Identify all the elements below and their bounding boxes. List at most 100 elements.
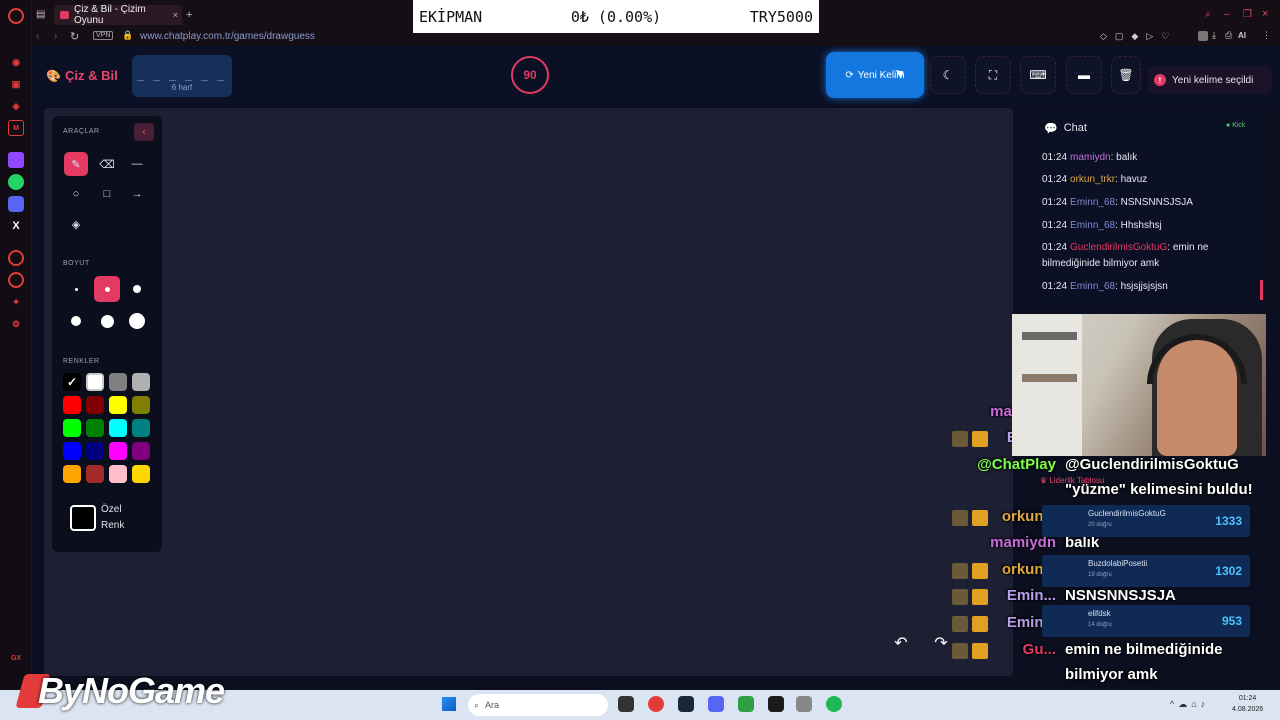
chevron-left-icon: ‹ [142,126,146,138]
color-swatch[interactable] [132,373,150,391]
tab-manager-icon[interactable]: ▤ [36,9,45,20]
leaderboard-player: GuclendirilmisGoktuG [1088,509,1166,518]
gx-messenger-icon[interactable]: M [8,120,24,136]
taskbar-search[interactable]: ⌕ Ara [468,694,608,716]
chat-username[interactable]: mamiydn [1070,152,1111,163]
spotify-taskbar-icon[interactable] [826,696,842,712]
color-swatch[interactable] [63,465,81,483]
chat-username[interactable]: Eminn_68 [1070,220,1115,231]
task-view-icon[interactable] [618,696,634,712]
rectangle-tool[interactable]: □ [95,182,119,206]
obs-taskbar-icon[interactable] [768,696,784,712]
snapshot-icon[interactable]: ⎙ [1225,30,1232,41]
clear-canvas-button[interactable]: ▬ [1066,56,1102,94]
equipment-label: EKİPMAN [419,7,483,26]
discord-taskbar-icon[interactable] [708,696,724,712]
color-swatch[interactable] [132,396,150,414]
opera-gx-taskbar-icon[interactable] [648,696,664,712]
reload-icon[interactable]: ↻ [70,30,79,43]
color-swatch[interactable] [63,396,81,414]
close-window-icon[interactable]: × [1262,8,1268,20]
fill-tool[interactable]: ◈ [64,212,88,236]
drawing-canvas[interactable] [44,108,1013,676]
color-swatch[interactable] [109,442,127,460]
settings-gear-icon[interactable]: ⚙ [8,316,24,332]
size-option-5[interactable] [94,308,120,334]
twitch-icon[interactable] [8,152,24,168]
url-input[interactable]: www.chatplay.com.tr/games/drawguess [140,31,315,42]
color-swatch[interactable] [132,419,150,437]
browser-tab-active[interactable]: Çiz & Bil - Çizim Oyunu × [54,4,182,26]
gx-twitch-icon[interactable]: ◈ [8,98,24,114]
palette-icon: 🎨 [46,68,61,83]
new-word-button[interactable]: ⟳ Yeni Kelim [826,52,924,98]
chat-username[interactable]: Eminn_68 [1070,281,1115,292]
color-swatch[interactable] [109,373,127,391]
menu-icon[interactable]: ⋮ [1262,30,1271,41]
history-icon[interactable] [8,272,24,288]
size-option-3[interactable] [124,276,150,302]
forward-icon[interactable]: › [54,31,57,42]
color-swatch[interactable] [86,442,104,460]
close-tab-icon[interactable]: × [173,10,178,20]
stream-chat-username: Gu... [1022,641,1056,658]
keyboard-button[interactable]: ⌨ [1020,56,1056,94]
fullscreen-button[interactable]: ⛶ [975,56,1011,94]
color-swatch[interactable] [86,373,104,391]
address-bar-actions-icon[interactable]: ◇▢◆▷♡ [1100,31,1177,42]
color-swatch[interactable] [109,465,127,483]
chat-username[interactable]: GuclendirilmisGoktuG [1070,242,1167,253]
ai-button[interactable]: AI [1238,31,1246,40]
download-icon[interactable]: ⤓ [1212,30,1216,41]
system-tray-icons[interactable]: ^☁⌂♪ [1170,699,1209,710]
chat-username[interactable]: Eminn_68 [1070,197,1115,208]
discord-icon[interactable] [8,196,24,212]
steam-taskbar-icon[interactable] [678,696,694,712]
whatsapp-icon[interactable] [8,174,24,190]
arrow-tool[interactable]: → [125,182,149,206]
settings-taskbar-icon[interactable] [796,696,812,712]
color-swatch[interactable] [132,465,150,483]
x-twitter-icon[interactable]: X [8,218,24,234]
vpn-badge[interactable]: VPN [93,31,114,40]
app-logo[interactable]: 🎨 Çiz & Bil [46,68,118,83]
extensions-icon[interactable]: ✦ [8,294,24,310]
circle-tool[interactable]: ○ [64,182,88,206]
music-player-icon[interactable] [8,250,24,266]
gx-control-icon[interactable]: ◉ [8,54,24,70]
brush-tool[interactable]: ✎ [64,152,88,176]
delete-button[interactable]: 🗑 [1111,56,1141,94]
custom-color-button[interactable] [70,505,96,531]
eraser-tool[interactable]: ⌫ [95,152,119,176]
profile-avatar[interactable] [1198,31,1208,41]
line-tool[interactable]: — [125,152,149,176]
size-option-6[interactable] [124,308,150,334]
color-swatch[interactable] [109,419,127,437]
undo-button[interactable]: ↶ [886,628,916,658]
color-swatch[interactable] [86,419,104,437]
clock-date: 4.08.2026 [1232,706,1264,713]
minimize-icon[interactable]: – [1224,9,1230,20]
back-icon[interactable]: ‹ [36,31,39,42]
collapse-panel-button[interactable]: ‹ [134,123,154,141]
chat-scrollbar[interactable] [1260,280,1263,300]
color-swatch[interactable] [63,419,81,437]
app-taskbar-icon[interactable] [738,696,754,712]
opera-logo-icon[interactable] [8,8,24,24]
chat-username[interactable]: orkun_trkr [1070,174,1115,185]
color-swatch[interactable] [132,442,150,460]
color-swatch[interactable] [86,465,104,483]
taskbar-clock[interactable]: 01:24 4.08.2026 [1232,693,1263,715]
gx-corner-icon[interactable]: ▣ [8,76,24,92]
size-option-4[interactable] [63,308,89,334]
color-swatch[interactable] [63,442,81,460]
color-swatch[interactable] [109,396,127,414]
dark-mode-toggle-button[interactable]: ☾ [930,56,966,94]
windows-start-icon[interactable] [442,697,456,711]
new-tab-button[interactable]: + [186,9,192,21]
search-icon[interactable]: ⌕ [1205,9,1211,20]
size-option-1[interactable] [63,276,89,302]
size-option-2[interactable] [94,276,120,302]
color-swatch[interactable] [86,396,104,414]
maximize-icon[interactable]: ❐ [1243,9,1252,20]
